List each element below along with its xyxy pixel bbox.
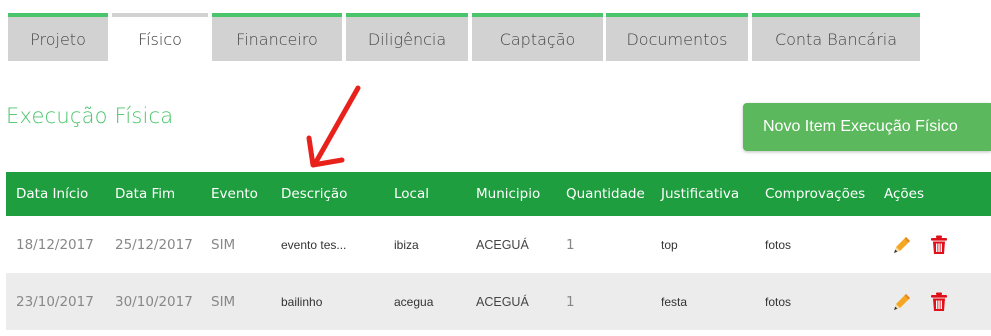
cell-local: acegua <box>394 294 434 309</box>
col-comprovacoes[interactable]: Comprovações <box>755 172 874 216</box>
table-row: 18/12/2017 25/12/2017 SIM evento tes... … <box>6 216 991 273</box>
page-title: Execução Física <box>6 104 174 128</box>
cell-descricao: bailinho <box>281 294 323 309</box>
cell-comprovacoes: fotos <box>765 237 792 252</box>
col-data-fim[interactable]: Data Fim <box>105 172 201 216</box>
cell-data-inicio: 23/10/2017 <box>16 293 94 310</box>
col-quantidade[interactable]: Quantidade <box>556 172 651 216</box>
tab-captacao[interactable]: Captação <box>472 13 603 61</box>
new-item-button[interactable]: Novo Item Execução Físico <box>743 103 991 151</box>
cell-municipio: ACEGUÁ <box>476 294 529 309</box>
tab-financeiro[interactable]: Financeiro <box>212 13 342 61</box>
tab-fisico[interactable]: Físico <box>112 13 208 61</box>
tab-conta-bancaria[interactable]: Conta Bancária <box>752 13 920 61</box>
cell-evento: SIM <box>211 293 236 310</box>
tab-projeto[interactable]: Projeto <box>8 13 108 61</box>
table-header-row: Data Início Data Fim Evento Descrição Lo… <box>6 172 991 216</box>
cell-descricao: evento tes... <box>281 237 347 252</box>
cell-data-fim: 25/12/2017 <box>115 236 193 253</box>
cell-acoes <box>874 216 991 273</box>
cell-local: ibiza <box>394 237 419 252</box>
cell-data-fim: 30/10/2017 <box>115 293 193 310</box>
cell-municipio: ACEGUÁ <box>476 237 529 252</box>
tab-documentos[interactable]: Documentos <box>606 13 748 61</box>
tab-diligencia[interactable]: Diligência <box>346 13 468 61</box>
pencil-icon[interactable] <box>892 235 912 255</box>
cell-evento: SIM <box>211 236 236 253</box>
red-arrow-annotation <box>306 85 361 168</box>
cell-quantidade: 1 <box>566 293 575 310</box>
trash-icon[interactable] <box>930 292 948 312</box>
col-local[interactable]: Local <box>384 172 466 216</box>
col-evento[interactable]: Evento <box>201 172 271 216</box>
cell-acoes <box>874 273 991 330</box>
col-acoes: Ações <box>884 186 925 202</box>
col-municipio[interactable]: Municipio <box>466 172 556 216</box>
execution-table: Data Início Data Fim Evento Descrição Lo… <box>6 172 991 330</box>
cell-justificativa: festa <box>661 294 688 309</box>
cell-quantidade: 1 <box>566 236 575 253</box>
cell-comprovacoes: fotos <box>765 294 792 309</box>
col-data-inicio[interactable]: Data Início <box>6 172 105 216</box>
pencil-icon[interactable] <box>892 292 912 312</box>
trash-icon[interactable] <box>930 235 948 255</box>
col-justificativa[interactable]: Justificativa <box>651 172 755 216</box>
table-row: 23/10/2017 30/10/2017 SIM bailinho acegu… <box>6 273 991 330</box>
cell-data-inicio: 18/12/2017 <box>16 236 94 253</box>
cell-justificativa: top <box>661 237 678 252</box>
col-descricao[interactable]: Descrição <box>271 172 384 216</box>
